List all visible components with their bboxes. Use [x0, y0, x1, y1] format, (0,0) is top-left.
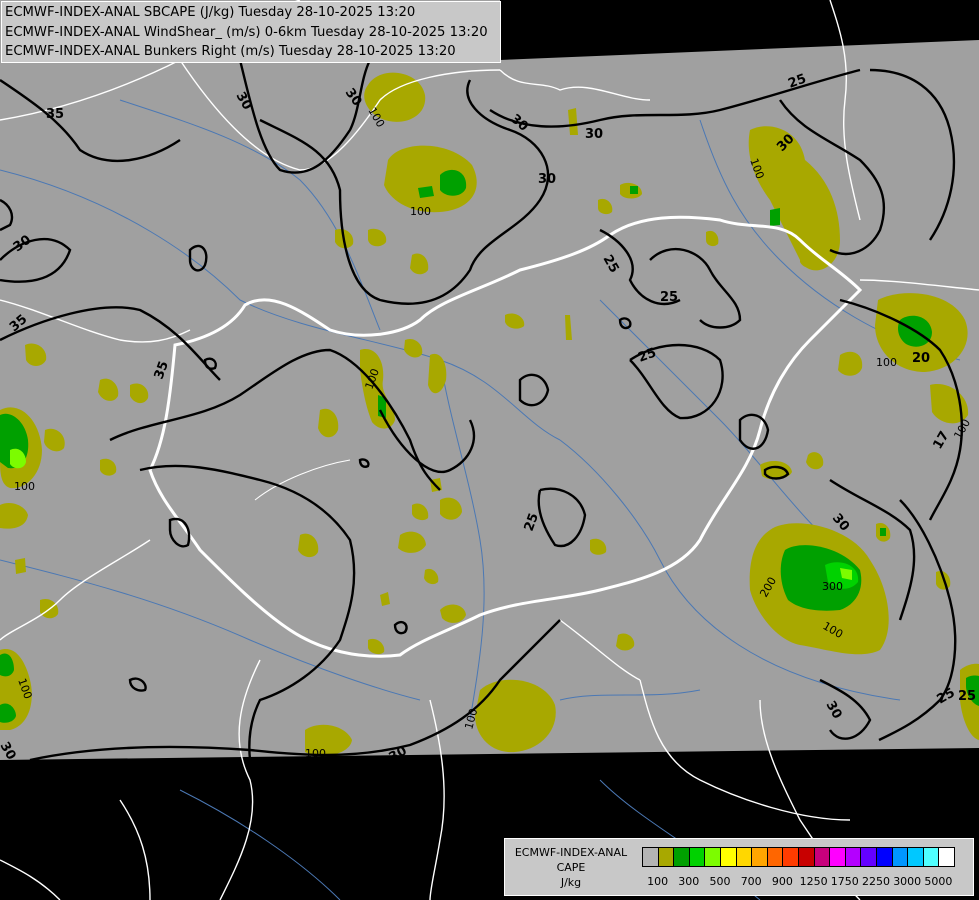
legend-tick-label: 5000 — [924, 875, 953, 888]
svg-text:100: 100 — [305, 747, 326, 760]
svg-text:300: 300 — [822, 580, 843, 593]
legend-swatch — [829, 847, 847, 867]
weather-map: 35 30 30 30 30 35 35 30 30 25 25 25 25 2… — [0, 0, 979, 900]
svg-text:100: 100 — [410, 205, 431, 218]
legend-title-param: CAPE — [556, 861, 586, 874]
svg-text:20: 20 — [912, 351, 930, 366]
legend-title-model: ECMWF-INDEX-ANAL — [514, 846, 628, 859]
legend-swatch — [844, 847, 862, 867]
legend-tick-label: 700 — [740, 875, 762, 888]
legend-tick-label: 1750 — [830, 875, 859, 888]
legend-swatch — [860, 847, 878, 867]
header-line-sbcape: ECMWF-INDEX-ANAL SBCAPE (J/kg) Tuesday 2… — [5, 5, 416, 20]
legend-swatch — [922, 847, 940, 867]
legend-tick-label: 300 — [678, 875, 700, 888]
legend-swatch — [766, 847, 784, 867]
header-line-bunkers: ECMWF-INDEX-ANAL Bunkers Right (m/s) Tue… — [5, 44, 456, 59]
svg-text:100: 100 — [14, 480, 35, 493]
legend-tick-label: 900 — [771, 875, 793, 888]
legend-swatch — [704, 847, 722, 867]
legend-tick-label: 100 — [647, 875, 669, 888]
legend-swatch — [673, 847, 691, 867]
legend-swatch — [813, 847, 831, 867]
svg-text:30: 30 — [585, 127, 603, 142]
legend-tick-label: 2250 — [862, 875, 890, 888]
legend-tick-label: 1250 — [799, 875, 828, 888]
legend-swatch — [720, 847, 737, 867]
legend-swatch — [657, 847, 675, 867]
legend-title-unit: J/kg — [560, 876, 582, 889]
legend-swatch — [782, 847, 800, 867]
legend-tick-label: 500 — [709, 875, 731, 888]
svg-text:25: 25 — [660, 290, 678, 305]
legend-swatch — [751, 847, 769, 867]
legend-swatch — [798, 847, 815, 867]
cape-legend: ECMWF-INDEX-ANAL CAPE J/kg 100 300 500 700 9… — [504, 838, 974, 896]
legend-swatch — [688, 847, 706, 867]
legend-swatch — [891, 847, 909, 867]
svg-text:30: 30 — [538, 172, 556, 187]
svg-text:25: 25 — [958, 689, 976, 704]
legend-tick-label: 3000 — [893, 875, 922, 888]
svg-text:35: 35 — [46, 107, 64, 122]
header-box: ECMWF-INDEX-ANAL SBCAPE (J/kg) Tuesday 2… — [1, 1, 501, 63]
header-line-windshear: ECMWF-INDEX-ANAL WindShear_ (m/s) 0-6km … — [5, 25, 488, 40]
legend-swatch — [642, 847, 659, 867]
legend-swatch — [907, 847, 925, 867]
svg-text:100: 100 — [876, 356, 897, 369]
legend-swatch — [938, 847, 956, 867]
legend-swatch — [876, 847, 893, 867]
legend-swatch — [735, 847, 753, 867]
